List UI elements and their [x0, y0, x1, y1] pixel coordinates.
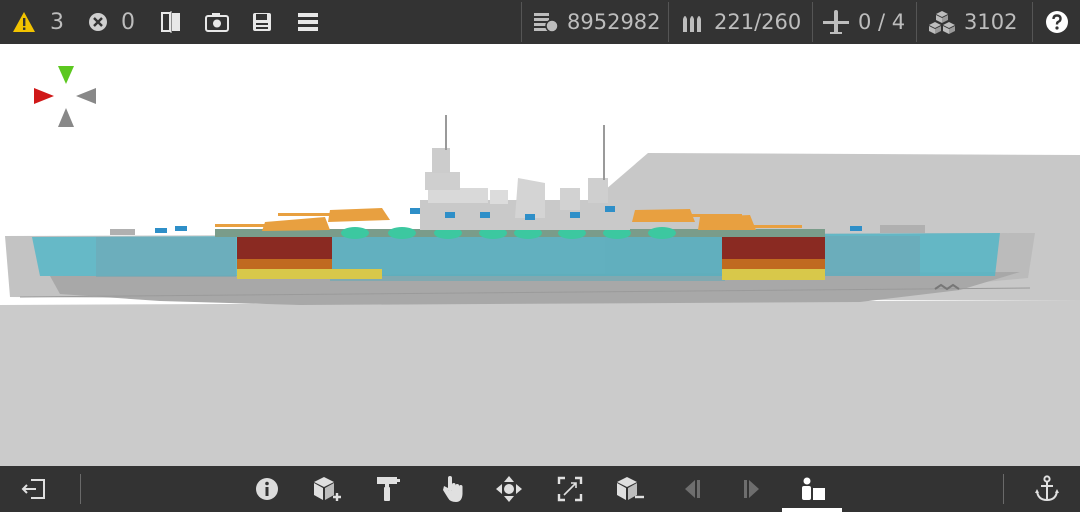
active-tool-indicator [782, 508, 842, 512]
bottom-toolbar [0, 466, 1080, 512]
anchor-button[interactable] [1033, 475, 1061, 503]
warning-triangle-icon [13, 12, 35, 32]
warnings-count: 3 [50, 9, 64, 35]
hand-pointer-icon [443, 476, 463, 502]
weight-stat: 3102 [928, 0, 1017, 44]
move-arrows-icon [496, 476, 522, 502]
resize-button[interactable] [556, 475, 584, 503]
remove-block-icon [617, 477, 644, 500]
ship-3d-scene[interactable] [0, 44, 1080, 466]
help-question-icon [1046, 11, 1068, 33]
floppy-save-icon [253, 13, 271, 31]
exit-button[interactable] [20, 476, 48, 502]
info-button[interactable] [254, 476, 280, 502]
coin-stack-icon [534, 13, 559, 33]
cost-stat: 8952982 [533, 0, 661, 44]
add-part-button[interactable] [312, 475, 342, 503]
ammo-stat: 221/260 [680, 0, 801, 44]
info-icon [256, 478, 278, 500]
paint-button[interactable] [374, 475, 402, 503]
error-x-circle-icon [89, 13, 107, 31]
select-button[interactable] [438, 474, 466, 504]
redo-button[interactable] [740, 477, 764, 501]
anchor-icon [1035, 475, 1059, 502]
weight-value: 3102 [964, 10, 1018, 34]
aircraft-stat: 0 / 4 [822, 0, 905, 44]
airplane-icon [823, 10, 849, 34]
camera-icon [205, 13, 229, 32]
resize-frame-icon [557, 476, 583, 502]
undo-button[interactable] [680, 477, 704, 501]
exit-icon [21, 479, 45, 499]
shells-icon [683, 16, 701, 32]
undo-icon [685, 480, 700, 498]
errors-indicator[interactable]: 0 [87, 0, 135, 44]
redo-icon [744, 480, 759, 498]
camera-button[interactable] [203, 9, 231, 35]
help-button[interactable] [1045, 10, 1069, 34]
warnings-indicator[interactable]: 3 [12, 0, 64, 44]
add-block-icon [314, 477, 341, 501]
errors-count: 0 [121, 9, 135, 35]
hamburger-menu-icon [298, 13, 318, 31]
ship-editor-viewport[interactable] [0, 44, 1080, 466]
paint-roller-icon [377, 477, 400, 501]
crates-icon [929, 11, 955, 34]
remove-part-button[interactable] [615, 475, 645, 503]
water-plane [0, 300, 1080, 466]
move-button[interactable] [495, 475, 523, 503]
aircraft-value: 0 / 4 [858, 10, 906, 34]
mirror-button[interactable] [158, 9, 184, 35]
menu-button[interactable] [295, 9, 321, 35]
top-toolbar: 3 0 8952982 221/260 0 / 4 3102 [0, 0, 1080, 44]
save-button[interactable] [249, 9, 275, 35]
crew-button[interactable] [798, 475, 828, 503]
crew-seat-icon [802, 477, 825, 500]
mirror-split-icon [161, 11, 180, 33]
cost-value: 8952982 [567, 10, 661, 34]
ammo-value: 221/260 [714, 10, 802, 34]
